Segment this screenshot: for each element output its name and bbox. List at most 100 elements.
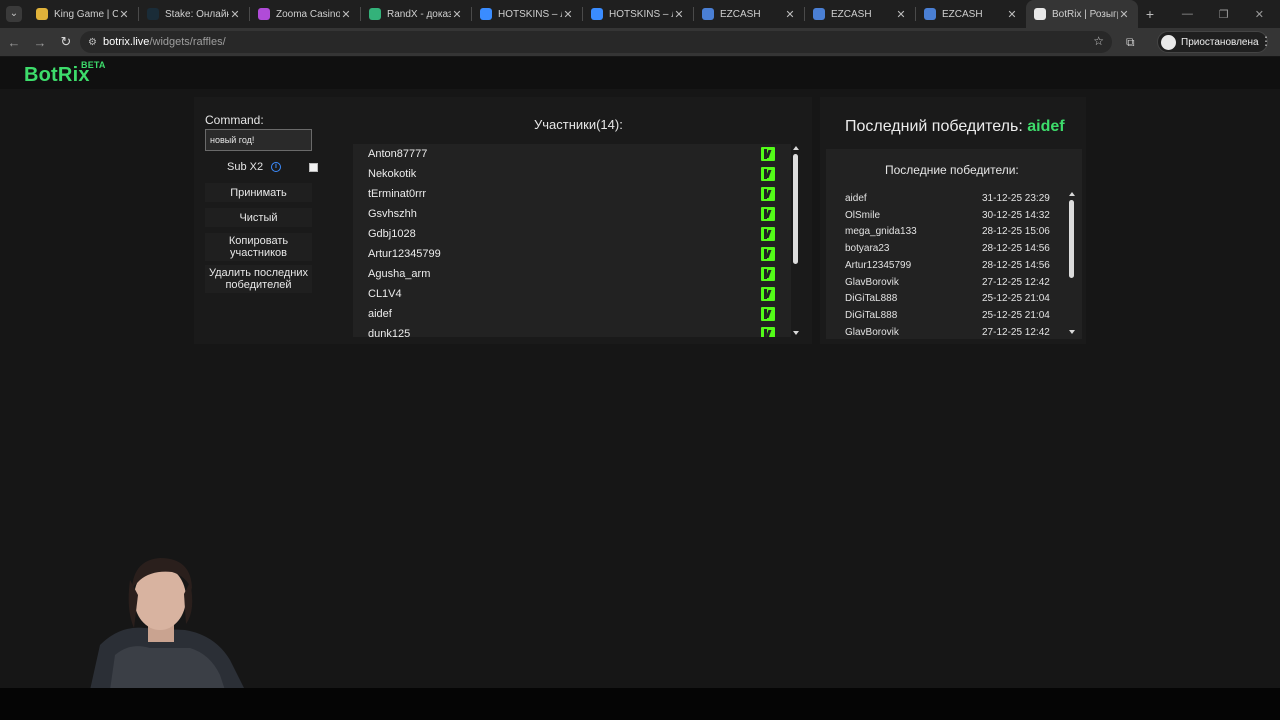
participant-name: dunk125	[368, 328, 411, 337]
winner-date: 25-12-25 21:04	[982, 309, 1050, 321]
scrollbar-thumb[interactable]	[1069, 200, 1074, 278]
site-info-icon[interactable]: ⚙	[88, 37, 97, 48]
copy-participants-button[interactable]: Копировать участников	[205, 233, 312, 261]
participant-row: CL1V4	[353, 284, 791, 304]
tab-close-icon[interactable]: ✕	[451, 8, 463, 21]
tab-search-button[interactable]: ⌄	[0, 0, 28, 28]
accept-button[interactable]: Принимать	[205, 183, 312, 202]
chevron-down-icon: ⌄	[6, 6, 22, 22]
botrix-logo[interactable]: BotRix BETA	[24, 60, 105, 87]
winners-scrollbar[interactable]	[1067, 190, 1077, 336]
tab-close-icon[interactable]: ✕	[673, 8, 685, 21]
winner-row: DiGiTaL888 25-12-25 21:04	[835, 307, 1063, 324]
tab-favicon-icon	[702, 8, 714, 20]
command-label: Command:	[205, 113, 264, 127]
window-controls: — ❐ ✕	[1182, 0, 1280, 28]
tab-favicon-icon	[480, 8, 492, 20]
winner-row: GlavBorovik 27-12-25 12:42	[835, 274, 1063, 291]
browser-tab[interactable]: Zooma Casino (З...✕	[250, 0, 360, 28]
winner-date: 28-12-25 14:56	[982, 243, 1050, 255]
participant-name: CL1V4	[368, 288, 402, 300]
winner-name: DiGiTaL888	[845, 293, 898, 305]
participant-name: Agusha_arm	[368, 268, 431, 280]
winner-date: 25-12-25 21:04	[982, 293, 1050, 305]
new-tab-button[interactable]: +	[1138, 6, 1162, 22]
tab-title: EZCASH	[720, 8, 761, 20]
scroll-up-arrow[interactable]	[793, 146, 799, 150]
participant-name: Nekokotik	[368, 168, 417, 180]
last-winner-name: aidef	[1027, 118, 1065, 135]
tab-close-icon[interactable]: ✕	[1006, 8, 1018, 21]
scroll-down-arrow[interactable]	[1069, 330, 1075, 334]
tab-close-icon[interactable]: ✕	[895, 8, 907, 21]
kick-platform-icon	[761, 287, 775, 301]
browser-tab[interactable]: EZCASH ✕	[805, 0, 915, 28]
browser-tab[interactable]: HOTSKINS – лучшие✕	[583, 0, 693, 28]
delete-winners-button[interactable]: Удалить последних победителей	[205, 265, 312, 293]
participant-name: Artur12345799	[368, 248, 441, 260]
browser-tab[interactable]: Stake: Онлайн-казино✕	[139, 0, 249, 28]
browser-menu-icon[interactable]: ⋮	[1260, 34, 1272, 48]
kick-platform-icon	[761, 307, 775, 321]
browser-tab[interactable]: EZCASH ✕	[694, 0, 804, 28]
reload-icon[interactable]: ↻	[54, 34, 78, 50]
winner-date: 28-12-25 15:06	[982, 226, 1050, 238]
scroll-down-arrow[interactable]	[793, 331, 799, 335]
logo-text: BotRix	[24, 64, 90, 86]
participant-row: Nekokotik	[353, 164, 791, 184]
winner-date: 27-12-25 12:42	[982, 326, 1050, 336]
tab-close-icon[interactable]: ✕	[562, 8, 574, 21]
back-icon[interactable]: ←	[2, 35, 26, 50]
participant-row: Gsvhszhh	[353, 204, 791, 224]
participants-list: Anton87777 Nekokotik tErminat0rrr Gsvhszhh G…	[353, 144, 791, 337]
scroll-up-arrow[interactable]	[1069, 192, 1075, 196]
participant-row: dunk125	[353, 324, 791, 337]
minimize-icon[interactable]: —	[1182, 8, 1193, 20]
last-winner-heading: Последний победитель: aidef	[845, 118, 1065, 136]
profile-label: Приостановлена	[1181, 36, 1259, 48]
browser-tab[interactable]: EZCASH ✕	[916, 0, 1026, 28]
tab-favicon-icon	[813, 8, 825, 20]
winner-row: aidef 31-12-25 23:29	[835, 190, 1063, 207]
sub-x2-checkbox[interactable]	[309, 163, 318, 172]
extensions-icon[interactable]: ⧉	[1126, 35, 1135, 50]
kick-platform-icon	[761, 267, 775, 281]
browser-tab[interactable]: RandX - доказуемо✕	[361, 0, 471, 28]
winner-date: 30-12-25 14:32	[982, 209, 1050, 221]
tab-close-icon[interactable]: ✕	[340, 8, 352, 21]
bookmark-star-icon[interactable]: ☆	[1093, 34, 1104, 48]
command-input[interactable]	[205, 129, 312, 151]
profile-button[interactable]: Приостановлена	[1157, 31, 1268, 53]
scrollbar-thumb[interactable]	[793, 154, 798, 264]
kick-platform-icon	[761, 147, 775, 161]
tab-favicon-icon	[147, 8, 159, 20]
tab-close-icon[interactable]: ✕	[784, 8, 796, 21]
browser-tab[interactable]: King Game | CSGO✕	[28, 0, 138, 28]
participant-row: tErminat0rrr	[353, 184, 791, 204]
tab-favicon-icon	[924, 8, 936, 20]
winner-name: botyara23	[845, 243, 890, 255]
kick-platform-icon	[761, 167, 775, 181]
participants-title: Участники(14):	[534, 117, 623, 132]
tab-close-icon[interactable]: ✕	[118, 8, 130, 21]
tab-favicon-icon	[258, 8, 270, 20]
browser-tab[interactable]: HOTSKINS – лучшие✕	[472, 0, 582, 28]
forward-icon[interactable]: →	[28, 35, 52, 50]
tab-close-icon[interactable]: ✕	[1118, 8, 1130, 21]
participants-scrollbar[interactable]	[791, 144, 801, 337]
tab-favicon-icon	[369, 8, 381, 20]
browser-tab[interactable]: BotRix | Розыгрыш✕	[1026, 0, 1138, 28]
kick-platform-icon	[761, 207, 775, 221]
winner-row: Artur12345799 28-12-25 14:56	[835, 257, 1063, 274]
info-icon[interactable]: i	[271, 162, 281, 172]
participant-name: tErminat0rrr	[368, 188, 427, 200]
url-bar[interactable]: ⚙ botrix.live/widgets/raffles/ ☆	[80, 31, 1112, 53]
tab-title: Stake: Онлайн-казино	[165, 8, 229, 20]
tab-title: BotRix | Розыгрыш	[1052, 8, 1118, 20]
tab-close-icon[interactable]: ✕	[229, 8, 241, 21]
restore-icon[interactable]: ❐	[1219, 8, 1229, 21]
close-window-icon[interactable]: ✕	[1255, 8, 1264, 21]
winner-row: botyara23 28-12-25 14:56	[835, 240, 1063, 257]
tab-title: King Game | CSGO	[54, 8, 118, 20]
clear-button[interactable]: Чистый	[205, 208, 312, 227]
